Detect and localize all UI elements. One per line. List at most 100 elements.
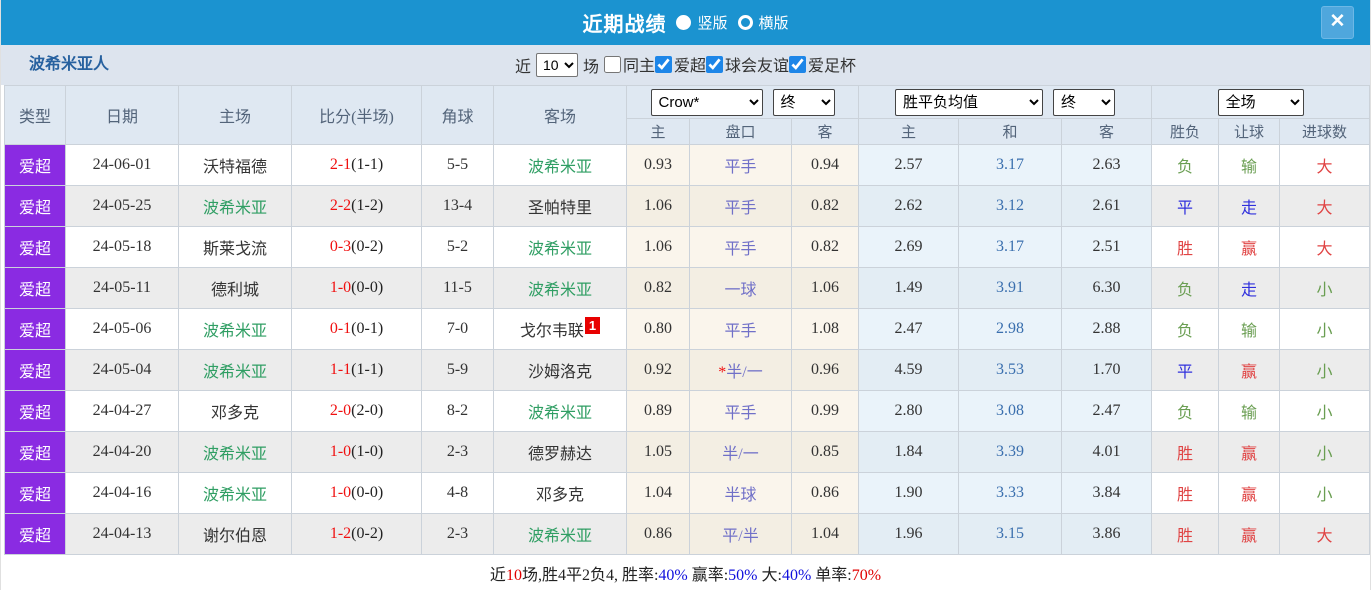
col-header-date: 日期	[65, 85, 179, 145]
results-table: 类型 日期 主场 比分(半场) 角球 客场 Crow* 终 胜平负均值 终 全场…	[4, 85, 1370, 555]
europe-home-odds-cell: 1.84	[858, 431, 960, 473]
asian-away-odds-cell: 0.96	[790, 349, 860, 391]
filter-checkbox[interactable]: 球会友谊	[706, 52, 789, 76]
checkbox-input[interactable]	[655, 55, 672, 73]
stats-segment: 40%	[658, 567, 688, 584]
stats-segment: 40%	[781, 567, 812, 584]
close-button[interactable]: ✕	[1321, 6, 1354, 39]
goals-cell: 大	[1279, 144, 1370, 186]
corners-cell: 4-8	[421, 472, 494, 514]
score-cell: 1-0(0-0)	[291, 472, 422, 514]
home-team-name: 沃特福德	[202, 159, 267, 176]
league-cell: 爱超	[4, 226, 66, 268]
layout-radio-vertical[interactable]: 竖版	[676, 12, 728, 33]
scope-select[interactable]: 全场	[1217, 88, 1304, 116]
stats-segment: 场,胜4平2负4, 胜率:	[521, 567, 659, 584]
asian-line-cell: 平手	[689, 185, 792, 227]
result-group-header: 全场	[1151, 85, 1370, 119]
home-team-name: 波希米亚	[202, 364, 267, 381]
average-odds-select[interactable]: 胜平负均值	[895, 88, 1044, 116]
halftime-score: (2-0)	[351, 402, 384, 419]
asian-line-cell: *半/一	[689, 349, 792, 391]
europe-period-select[interactable]: 终	[1053, 88, 1116, 116]
asian-line-cell: 半/一	[689, 431, 792, 473]
goals-cell: 大	[1279, 226, 1370, 268]
asian-home-odds-cell: 1.04	[626, 472, 690, 514]
handicap-result-cell: 走	[1218, 185, 1281, 227]
sub-header-goals: 进球数	[1279, 118, 1370, 145]
date-cell: 24-06-01	[65, 144, 179, 186]
date-cell: 24-05-11	[65, 267, 179, 309]
league-cell: 爱超	[4, 308, 66, 350]
handicap-result-cell: 赢	[1218, 349, 1281, 391]
stats-segment: 70%	[851, 567, 882, 584]
table-row: 爱超 24-05-25 波希米亚 2-2(1-2) 13-4 圣帕特里 1.06 平手 0.82…	[4, 185, 1370, 227]
filter-checkbox[interactable]: 爱超	[655, 52, 706, 76]
near-label: 近	[514, 59, 531, 76]
asian-period-select[interactable]: 终	[772, 88, 835, 116]
home-team-cell: 谢尔伯恩	[178, 513, 292, 555]
europe-home-odds-cell: 1.90	[858, 472, 960, 514]
asian-home-odds-cell: 0.80	[626, 308, 690, 350]
away-team-cell: 波希米亚	[493, 267, 627, 309]
asian-line-cell: 一球	[689, 267, 792, 309]
filter-checkboxes: 同主 爱超 球会友谊 爱足杯	[603, 52, 856, 78]
corners-cell: 5-2	[421, 226, 494, 268]
league-cell: 爱超	[4, 513, 66, 555]
outcome-cell: 胜	[1151, 226, 1220, 268]
score-cell: 1-0(1-0)	[291, 431, 422, 473]
asian-away-odds-cell: 0.99	[790, 390, 860, 432]
layout-radio-horizontal[interactable]: 横版	[737, 12, 789, 33]
europe-home-odds-cell: 4.59	[858, 349, 960, 391]
table-row: 爱超 24-04-20 波希米亚 1-0(1-0) 2-3 德罗赫达 1.05 半/一 0.85…	[4, 431, 1370, 473]
asian-home-odds-cell: 0.92	[626, 349, 690, 391]
outcome-cell: 胜	[1151, 431, 1220, 473]
league-cell: 爱超	[4, 472, 66, 514]
europe-away-odds-cell: 3.84	[1061, 472, 1153, 514]
handicap-result-cell: 赢	[1218, 431, 1281, 473]
away-team-cell: 戈尔韦联 1	[493, 308, 627, 350]
league-cell: 爱超	[4, 144, 66, 186]
radio-unselected-icon	[737, 15, 753, 30]
europe-away-odds-cell: 3.86	[1061, 513, 1153, 555]
goals-cell: 小	[1279, 267, 1370, 309]
fulltime-score: 1-1	[329, 361, 352, 378]
recent-results-panel: 近期战绩 竖版 横版 ✕ 波希米亚人 近 10 场 同主爱超球会友谊爱足杯	[0, 0, 1371, 590]
handicap-result-cell: 赢	[1218, 472, 1281, 514]
away-team-cell: 波希米亚	[493, 144, 627, 186]
league-cell: 爱超	[4, 349, 66, 391]
europe-draw-odds-cell: 3.17	[958, 226, 1063, 268]
fulltime-score: 2-0	[329, 402, 352, 419]
filter-checkbox[interactable]: 同主	[603, 52, 655, 76]
handicap-result-cell: 输	[1218, 144, 1281, 186]
fulltime-score: 0-3	[329, 238, 352, 255]
table-row: 爱超 24-05-11 德利城 1-0(0-0) 11-5 波希米亚 0.82 一球 1.06 1…	[4, 267, 1370, 309]
europe-draw-odds-cell: 3.39	[958, 431, 1063, 473]
match-count-select[interactable]: 10	[535, 53, 578, 77]
checkbox-input[interactable]	[706, 55, 724, 73]
checkbox-input[interactable]	[603, 55, 621, 73]
asian-line-cell: 平手	[689, 226, 792, 268]
bookmaker-select[interactable]: Crow*	[650, 88, 763, 116]
asian-home-odds-cell: 0.93	[626, 144, 690, 186]
sub-header-asian-home: 主	[626, 118, 690, 145]
fulltime-score: 1-2	[329, 525, 352, 542]
goals-cell: 小	[1279, 349, 1370, 391]
halftime-score: (1-0)	[351, 443, 384, 460]
outcome-cell: 负	[1151, 308, 1220, 350]
league-cell: 爱超	[4, 267, 66, 309]
europe-draw-odds-cell: 3.12	[958, 185, 1063, 227]
checkbox-label: 球会友谊	[725, 58, 790, 76]
checkbox-label: 同主	[622, 58, 655, 76]
home-team-cell: 波希米亚	[178, 431, 292, 473]
filter-controls: 近 10 场 同主 爱超 球会友谊 爱足杯	[515, 52, 856, 78]
handicap-line: 平/半	[722, 528, 759, 545]
table-row: 爱超 24-04-13 谢尔伯恩 1-2(0-2) 2-3 波希米亚 0.86 平/半 1.04…	[4, 513, 1370, 555]
table-row: 爱超 24-06-01 沃特福德 2-1(1-1) 5-5 波希米亚 0.93 平手 0.94 2…	[4, 144, 1370, 186]
asian-line-cell: 平手	[689, 144, 792, 186]
filter-checkbox[interactable]: 爱足杯	[789, 52, 856, 76]
away-team-cell: 沙姆洛克	[493, 349, 627, 391]
checkbox-input[interactable]	[789, 55, 807, 73]
col-header-corners: 角球	[421, 85, 494, 145]
halftime-score: (0-2)	[351, 525, 384, 542]
